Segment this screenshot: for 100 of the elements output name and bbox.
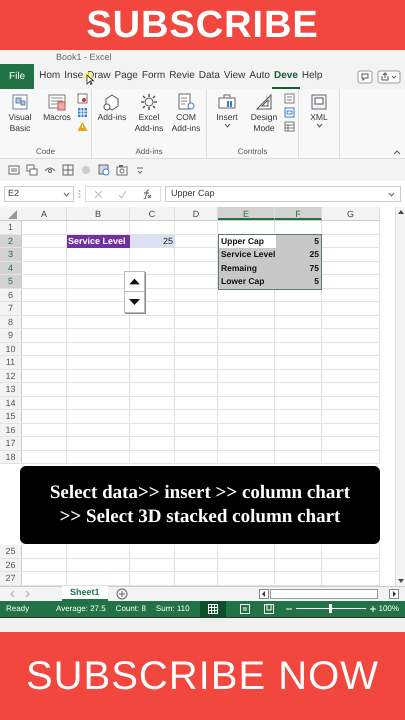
label-cell: Service Level — [67, 234, 130, 248]
row-header[interactable]: 14 — [0, 396, 22, 409]
status-text: Ready — [6, 602, 30, 614]
row-header[interactable]: 18 — [0, 450, 22, 463]
status-text: Sum: 110 — [156, 602, 190, 614]
caption-line: >> Select 3D stacked column chart — [60, 504, 340, 528]
ribbon-tab[interactable]: Form — [140, 64, 168, 89]
table-cell[interactable]: Service Level — [219, 248, 276, 262]
visual-basic-icon[interactable] — [10, 92, 30, 112]
table-cell[interactable]: 25 — [276, 248, 321, 262]
ribbon-button[interactable]: Add-ins — [95, 92, 129, 146]
borders-icon[interactable] — [62, 164, 74, 176]
vertical-scrollbar[interactable] — [395, 207, 405, 586]
table-cell[interactable]: 75 — [276, 262, 321, 275]
com-addins-icon[interactable] — [176, 92, 196, 112]
page-break-icon[interactable] — [264, 604, 274, 614]
scroll-right-icon[interactable] — [389, 588, 399, 598]
ribbon-tab[interactable]: Hom — [37, 64, 62, 89]
ruler-triangle-icon[interactable] — [254, 92, 274, 112]
row-header[interactable]: 12 — [0, 370, 22, 382]
banner-title: SUBSCRIBE NOW — [26, 653, 380, 700]
row-header[interactable]: 26 — [0, 558, 22, 571]
row-header[interactable]: 15 — [0, 410, 22, 422]
status-text: Count: 8 — [116, 602, 146, 614]
ribbon-button[interactable]: Visual Basic — [3, 92, 37, 146]
page-layout-icon[interactable] — [240, 604, 250, 614]
row-header[interactable]: 8 — [0, 316, 22, 328]
formula-field[interactable]: Upper Cap — [165, 186, 401, 202]
row-header[interactable]: 3 — [0, 248, 22, 260]
table-icon[interactable] — [77, 107, 88, 118]
row-header[interactable]: 25 — [0, 545, 22, 558]
list-icon[interactable] — [284, 93, 295, 104]
sheet-tab[interactable]: Sheet1 — [62, 586, 108, 601]
caret-icon[interactable] — [316, 123, 322, 128]
picture-tool-icon[interactable] — [98, 164, 110, 176]
column-header[interactable]: E — [218, 207, 275, 220]
banner-title: SUBSCRIBE — [86, 2, 319, 48]
ribbon-tab[interactable]: Page — [112, 64, 140, 89]
camera-icon[interactable] — [116, 164, 128, 176]
row-header[interactable]: 4 — [0, 262, 22, 274]
row-header[interactable]: 16 — [0, 424, 22, 436]
row-header[interactable]: 27 — [0, 572, 22, 584]
row-header[interactable]: 17 — [0, 437, 22, 450]
ribbon-tab[interactable]: Inse — [62, 64, 86, 89]
normal-view-button[interactable] — [200, 600, 226, 616]
column-header[interactable]: G — [322, 207, 380, 220]
row-header[interactable]: 1 — [0, 221, 22, 234]
file-tab[interactable]: File — [0, 64, 34, 89]
ribbon-tab[interactable]: Auto — [247, 64, 272, 89]
grid-icon[interactable] — [284, 121, 295, 132]
slider-thumb[interactable] — [329, 604, 332, 613]
column-header[interactable]: A — [22, 207, 67, 220]
properties-icon[interactable] — [77, 93, 88, 104]
ribbon-button[interactable]: Insert — [210, 92, 244, 146]
row-header[interactable]: 10 — [0, 342, 22, 355]
form-icon[interactable] — [8, 164, 20, 176]
row-header[interactable]: 5 — [0, 275, 22, 288]
window-title: Book1 - Excel — [56, 52, 112, 62]
row-header[interactable]: 2 — [0, 234, 22, 247]
column-header[interactable]: B — [67, 207, 130, 220]
table-cell[interactable]: 5 — [276, 275, 321, 288]
ribbon-button[interactable]: XML — [302, 92, 336, 146]
ribbon-tab[interactable]: Revie — [167, 64, 197, 89]
horizontal-scrollbar[interactable] — [270, 588, 378, 598]
ribbon-tab[interactable]: Data — [196, 64, 222, 89]
group-label: Add-ins — [134, 146, 164, 158]
dialog-icon[interactable] — [284, 107, 295, 118]
caret-icon[interactable] — [388, 192, 395, 196]
table-cell[interactable]: 5 — [276, 234, 321, 248]
share-icon[interactable] — [377, 70, 401, 84]
zoom-in-icon[interactable] — [370, 606, 376, 612]
ribbon-button[interactable]: COM Add-ins — [169, 92, 203, 146]
table-cell[interactable]: Remaing — [219, 262, 276, 275]
function-icon[interactable] — [142, 189, 152, 199]
comment-icon[interactable] — [357, 70, 373, 84]
name-box[interactable]: E2 — [4, 186, 74, 202]
add-sheet-icon[interactable] — [116, 588, 128, 600]
ribbon-button[interactable]: Design Mode — [247, 92, 281, 146]
zoom-out-icon[interactable] — [286, 606, 292, 612]
row-header[interactable]: 9 — [0, 329, 22, 342]
xml-icon[interactable] — [309, 92, 329, 112]
row-header[interactable]: 6 — [0, 288, 22, 301]
ribbon-button[interactable]: Macros — [40, 92, 74, 146]
row-header[interactable]: 13 — [0, 383, 22, 396]
column-header[interactable]: C — [130, 207, 175, 220]
column-header[interactable]: F — [275, 207, 322, 220]
scroll-left-icon[interactable] — [259, 588, 269, 598]
collapse-ribbon-icon[interactable] — [393, 150, 401, 155]
ribbon-tab[interactable]: Help — [300, 64, 324, 89]
table-cell[interactable]: Lower Cap — [219, 275, 276, 288]
row-header[interactable]: 7 — [0, 302, 22, 314]
row-header[interactable]: 11 — [0, 356, 22, 368]
check-icon[interactable] — [118, 190, 127, 198]
caret-icon[interactable] — [224, 123, 230, 128]
caret-icon[interactable] — [63, 192, 70, 196]
macros-icon[interactable] — [47, 92, 67, 112]
ribbon-button[interactable]: Excel Add-ins — [132, 92, 166, 146]
ribbon-tab[interactable]: View — [222, 64, 248, 89]
table-cell[interactable]: Upper Cap — [219, 234, 276, 248]
windows-icon[interactable] — [26, 164, 38, 176]
